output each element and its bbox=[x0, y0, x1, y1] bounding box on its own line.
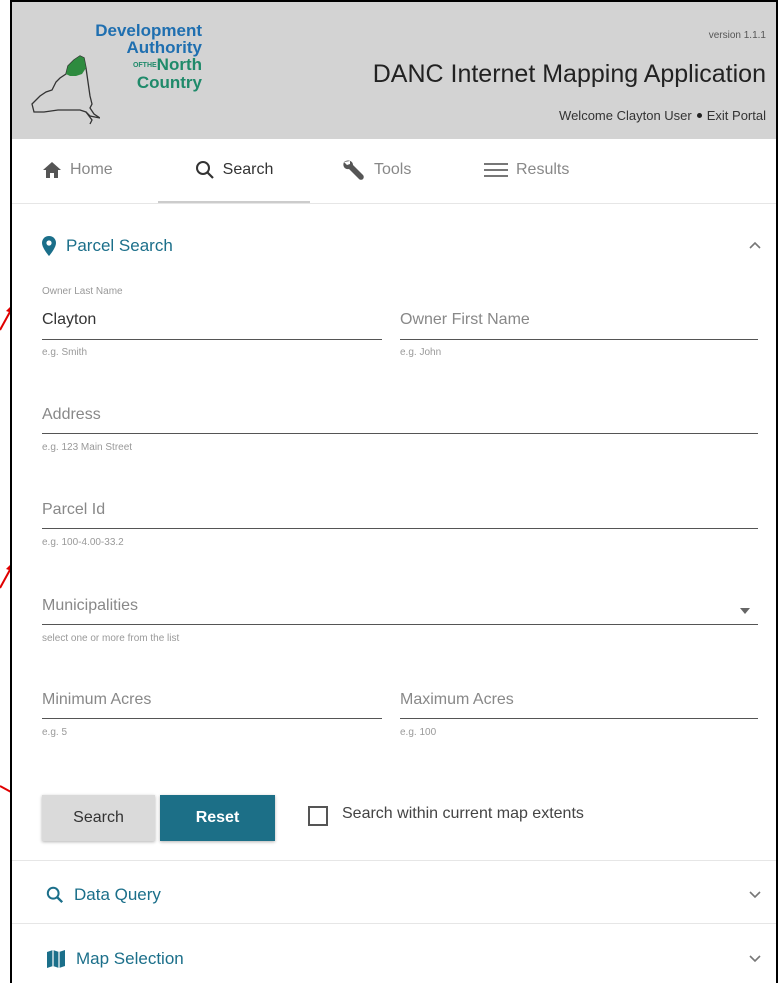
address-hint: e.g. 123 Main Street bbox=[42, 442, 133, 453]
tab-search[interactable]: Search bbox=[158, 139, 310, 203]
owner-last-name-underline bbox=[42, 339, 382, 340]
version-label: version 1.1.1 bbox=[708, 30, 766, 41]
map-selection-header[interactable]: Map Selection bbox=[12, 942, 776, 976]
chevron-up-icon[interactable] bbox=[748, 237, 762, 255]
minimum-acres-hint: e.g. 5 bbox=[42, 727, 68, 738]
tab-search-label: Search bbox=[222, 161, 274, 178]
new-york-state-icon bbox=[31, 55, 100, 125]
app-title: DANC Internet Mapping Application bbox=[372, 60, 766, 88]
owner-last-name-label: Owner Last Name bbox=[42, 286, 123, 297]
tab-tools[interactable]: Tools bbox=[342, 139, 442, 201]
address-input[interactable]: Address bbox=[42, 406, 101, 424]
map-selection-title: Map Selection bbox=[76, 949, 184, 968]
minimum-acres-input[interactable]: Minimum Acres bbox=[42, 691, 151, 709]
parcel-id-underline bbox=[42, 528, 758, 529]
data-query-header[interactable]: Data Query bbox=[12, 877, 776, 913]
logo-wordmark: Development Authority OFTHENorth Country bbox=[92, 22, 202, 91]
address-underline bbox=[42, 433, 758, 434]
owner-first-name-input[interactable]: Owner First Name bbox=[400, 311, 530, 329]
chevron-down-icon[interactable] bbox=[748, 950, 762, 968]
danc-logo: Development Authority OFTHENorth Country bbox=[30, 22, 205, 132]
maximum-acres-underline bbox=[400, 718, 758, 719]
tab-results[interactable]: Results bbox=[484, 139, 594, 201]
separator-dot bbox=[696, 113, 702, 118]
data-query-title: Data Query bbox=[74, 885, 161, 904]
search-icon bbox=[195, 160, 215, 180]
tab-home[interactable]: Home bbox=[42, 139, 142, 201]
main-tabs: Home Search Tools Results bbox=[12, 139, 776, 204]
tab-home-label: Home bbox=[70, 161, 113, 178]
section-divider bbox=[12, 923, 776, 924]
municipalities-select[interactable]: Municipalities bbox=[42, 597, 138, 615]
logo-line-authority: Authority bbox=[126, 38, 202, 57]
search-icon bbox=[46, 886, 64, 904]
welcome-bar: Welcome Clayton User Exit Portal bbox=[559, 108, 766, 123]
exit-portal-link[interactable]: Exit Portal bbox=[707, 108, 766, 123]
parcel-search-header[interactable]: Parcel Search bbox=[12, 230, 776, 262]
app-window: Development Authority OFTHENorth Country… bbox=[10, 0, 778, 983]
maximum-acres-hint: e.g. 100 bbox=[400, 727, 437, 738]
owner-first-name-underline bbox=[400, 339, 758, 340]
chevron-down-icon[interactable] bbox=[748, 886, 762, 904]
menu-icon bbox=[484, 162, 508, 178]
logo-line-development: Development bbox=[95, 21, 202, 40]
dropdown-arrow-icon[interactable] bbox=[739, 602, 751, 620]
reset-button[interactable]: Reset bbox=[160, 795, 275, 841]
maximum-acres-input[interactable]: Maximum Acres bbox=[400, 691, 514, 709]
map-extents-checkbox[interactable] bbox=[308, 806, 328, 826]
map-extents-label: Search within current map extents bbox=[342, 805, 584, 822]
logo-line-country: Country bbox=[136, 73, 202, 93]
map-marker-icon bbox=[42, 236, 56, 256]
app-header: Development Authority OFTHENorth Country… bbox=[12, 2, 776, 139]
parcel-id-input[interactable]: Parcel Id bbox=[42, 501, 105, 519]
map-icon bbox=[46, 949, 66, 969]
tab-results-label: Results bbox=[516, 161, 570, 178]
home-icon bbox=[42, 161, 62, 179]
owner-last-name-hint: e.g. Smith bbox=[42, 347, 88, 358]
parcel-search-title: Parcel Search bbox=[66, 236, 173, 255]
welcome-text: Welcome Clayton User bbox=[559, 108, 692, 123]
minimum-acres-underline bbox=[42, 718, 382, 719]
tab-tools-label: Tools bbox=[374, 161, 412, 178]
owner-last-name-input[interactable]: Clayton bbox=[42, 311, 96, 329]
wrench-icon bbox=[342, 159, 366, 181]
search-button[interactable]: Search bbox=[42, 795, 155, 841]
municipalities-underline bbox=[42, 624, 758, 625]
parcel-id-hint: e.g. 100-4.00-33.2 bbox=[42, 537, 124, 548]
owner-first-name-hint: e.g. John bbox=[400, 347, 442, 358]
logo-line-north: OFTHENorth bbox=[132, 55, 202, 74]
section-divider bbox=[12, 860, 776, 861]
municipalities-hint: select one or more from the list bbox=[42, 633, 180, 644]
